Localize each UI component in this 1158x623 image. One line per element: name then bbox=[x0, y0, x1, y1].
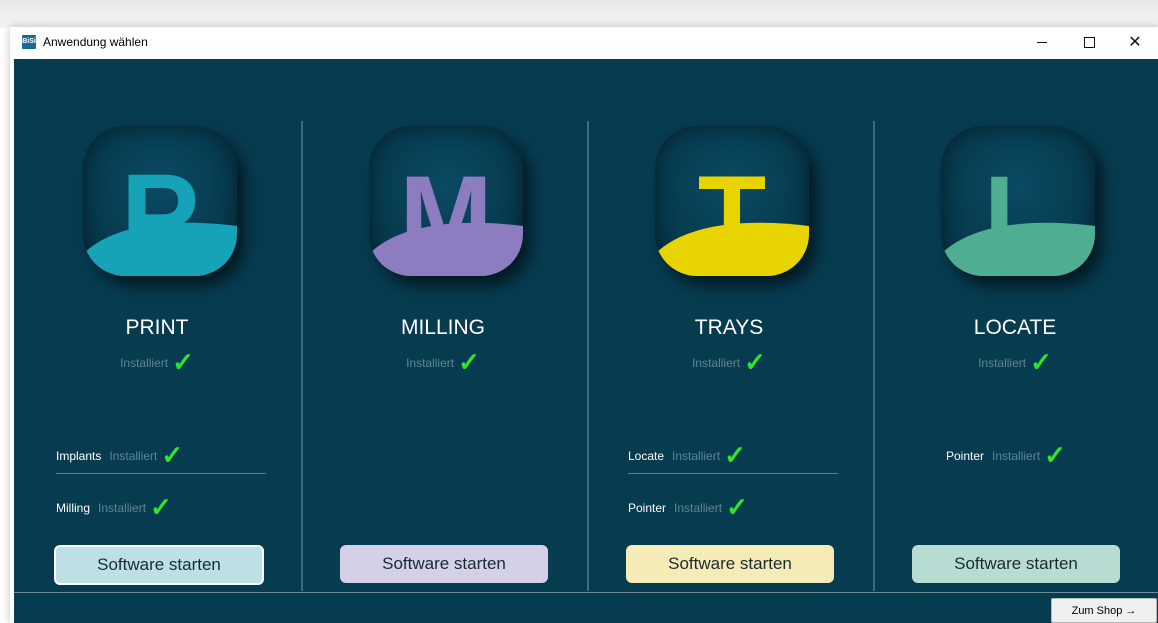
check-icon: ✓ bbox=[172, 347, 194, 377]
start-button-print[interactable]: Software starten bbox=[54, 545, 264, 585]
start-button-trays[interactable]: Software starten bbox=[626, 545, 834, 583]
close-icon: ✕ bbox=[1128, 33, 1142, 51]
close-button[interactable]: ✕ bbox=[1112, 27, 1158, 58]
app-logo-icon: BiSi bbox=[22, 35, 36, 49]
window-title: Anwendung wählen bbox=[43, 35, 148, 49]
locate-install-status: Installiert ✓ bbox=[872, 347, 1158, 378]
module-row-implants: Implants Installiert ✓ bbox=[56, 440, 183, 471]
check-icon: ✓ bbox=[726, 492, 748, 522]
maximize-icon bbox=[1083, 37, 1095, 48]
maximize-button[interactable] bbox=[1066, 27, 1112, 58]
app-window: BiSi Anwendung wählen ✕ P PRINT Installi… bbox=[10, 27, 1158, 623]
milling-install-status: Installiert ✓ bbox=[300, 347, 586, 378]
module-row-pointer: Pointer Installiert ✓ bbox=[628, 492, 748, 523]
shop-button[interactable]: Zum Shop → bbox=[1051, 598, 1157, 623]
app-column-print: P PRINT Installiert ✓ Implants Installiert… bbox=[14, 59, 300, 589]
milling-letter: M bbox=[399, 153, 492, 276]
app-name-print: PRINT bbox=[125, 316, 189, 339]
module-separator bbox=[628, 473, 838, 474]
app-column-milling: M MILLING Installiert ✓ Software starten bbox=[300, 59, 586, 589]
check-icon: ✓ bbox=[458, 347, 480, 377]
module-status: Installiert bbox=[672, 449, 721, 463]
status-text: Installiert bbox=[120, 356, 169, 370]
print-letter-icon: P bbox=[83, 150, 237, 276]
module-name: Pointer bbox=[946, 449, 985, 463]
status-text: Installiert bbox=[406, 356, 455, 370]
locate-letter: L bbox=[984, 153, 1052, 276]
start-button-milling[interactable]: Software starten bbox=[340, 545, 548, 583]
print-app-icon[interactable]: P bbox=[83, 126, 237, 276]
print-letter: P bbox=[121, 150, 200, 276]
print-install-status: Installiert ✓ bbox=[14, 347, 300, 378]
app-name-milling: MILLING bbox=[400, 316, 486, 339]
footer-separator bbox=[14, 592, 1158, 593]
module-row-milling: Milling Installiert ✓ bbox=[56, 492, 172, 523]
app-name-trays: TRAYS bbox=[694, 316, 764, 339]
trays-letter-icon: T bbox=[655, 153, 809, 276]
trays-letter: T bbox=[698, 153, 766, 276]
check-icon: ✓ bbox=[161, 440, 184, 470]
app-selection-panel: P PRINT Installiert ✓ Implants Installiert… bbox=[14, 59, 1158, 623]
check-icon: ✓ bbox=[1044, 440, 1066, 470]
module-name: Milling bbox=[56, 501, 91, 515]
minimize-button[interactable] bbox=[1019, 27, 1065, 58]
locate-app-icon[interactable]: L bbox=[941, 126, 1095, 276]
check-icon: ✓ bbox=[724, 440, 746, 470]
module-status: Installiert bbox=[674, 501, 723, 515]
check-icon: ✓ bbox=[150, 492, 172, 522]
module-separator bbox=[56, 473, 266, 474]
desktop-background bbox=[0, 0, 1158, 28]
app-column-locate: L LOCATE Installiert ✓ Pointer Installiert… bbox=[872, 59, 1158, 589]
trays-install-status: Installiert ✓ bbox=[586, 347, 872, 378]
module-name: Locate bbox=[628, 449, 665, 463]
app-name-locate: LOCATE bbox=[973, 316, 1057, 339]
module-name: Implants bbox=[56, 449, 102, 463]
module-status: Installiert bbox=[98, 501, 147, 515]
app-column-trays: T TRAYS Installiert ✓ Locate Installiert ✓ … bbox=[586, 59, 872, 589]
module-row-locate: Locate Installiert ✓ bbox=[628, 440, 746, 471]
milling-app-icon[interactable]: M bbox=[369, 126, 523, 276]
milling-letter-icon: M bbox=[369, 153, 523, 276]
module-name: Pointer bbox=[628, 501, 667, 515]
locate-letter-icon: L bbox=[941, 153, 1095, 276]
title-bar: BiSi Anwendung wählen ✕ bbox=[10, 27, 1158, 58]
check-icon: ✓ bbox=[1030, 347, 1052, 377]
start-button-locate[interactable]: Software starten bbox=[912, 545, 1120, 583]
status-text: Installiert bbox=[978, 356, 1027, 370]
status-text: Installiert bbox=[692, 356, 741, 370]
module-row-pointer: Pointer Installiert ✓ bbox=[946, 440, 1066, 471]
module-status: Installiert bbox=[109, 449, 158, 463]
minimize-icon bbox=[1037, 42, 1047, 43]
module-status: Installiert bbox=[992, 449, 1041, 463]
trays-app-icon[interactable]: T bbox=[655, 126, 809, 276]
check-icon: ✓ bbox=[744, 347, 766, 377]
